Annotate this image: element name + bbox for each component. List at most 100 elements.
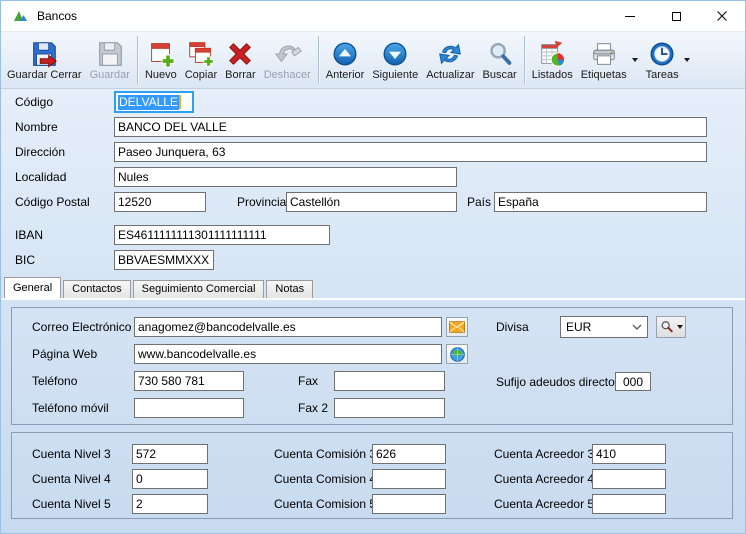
cuenta-nivel-5-input[interactable] [132,494,208,514]
sufijo-input[interactable] [615,372,651,391]
telefono-input[interactable] [134,371,244,391]
cuenta-comision-4-label: Cuenta Comision 4 [274,469,376,489]
pais-label: País [467,192,491,212]
labels-printer-icon [589,39,619,69]
toolbar: Guardar Cerrar Guardar Nuevo [1,31,745,89]
toolbar-separator [318,36,319,84]
pagina-web-input[interactable] [134,344,442,364]
previous-icon [330,39,360,69]
toolbar-separator [524,36,525,84]
cuenta-acreedor-3-input[interactable] [592,444,666,464]
codigo-postal-label: Código Postal [15,192,90,212]
etiquetas-dropdown-arrow-icon[interactable] [632,58,638,62]
save-icon [95,39,125,69]
iban-input[interactable] [114,225,330,245]
cuenta-comision-5-label: Cuenta Comision 5 [274,494,376,514]
guardar-button[interactable]: Guardar [86,33,134,87]
pais-input[interactable] [494,192,707,212]
deshacer-button[interactable]: Deshacer [260,33,315,87]
tab-general[interactable]: General [4,277,61,298]
copy-icon [186,39,216,69]
localidad-label: Localidad [15,167,66,187]
sufijo-label: Sufijo adeudos directos [496,372,621,392]
fax2-input[interactable] [334,398,445,418]
bic-input[interactable] [114,250,214,270]
copiar-button[interactable]: Copiar [181,33,221,87]
new-icon [146,39,176,69]
divisa-dropdown-arrow-icon [677,325,683,329]
cuenta-acreedor-4-input[interactable] [592,469,666,489]
minimize-button[interactable] [607,1,653,31]
cuenta-nivel-3-label: Cuenta Nivel 3 [32,444,111,464]
form-area: Código DELVALLE Nombre Dirección Localid… [1,89,745,533]
divisa-label: Divisa [496,317,529,337]
cuenta-comision-5-input[interactable] [372,494,446,514]
provincia-input[interactable] [286,192,457,212]
cuenta-acreedor-5-input[interactable] [592,494,666,514]
fax-label: Fax [298,371,318,391]
bancos-window: Bancos Guardar Cerrar [0,0,746,534]
guardar-cerrar-button[interactable]: Guardar Cerrar [3,33,86,87]
window-controls [607,1,745,31]
provincia-label: Provincia [237,192,286,212]
codigo-postal-input[interactable] [114,192,206,212]
close-icon [717,11,727,21]
maximize-icon [672,12,681,21]
localidad-input[interactable] [114,167,457,187]
telefono-movil-input[interactable] [134,398,244,418]
fax-input[interactable] [334,371,445,391]
search-icon [485,39,515,69]
anterior-button[interactable]: Anterior [322,33,369,87]
cuenta-nivel-4-input[interactable] [132,469,208,489]
close-button[interactable] [699,1,745,31]
tab-contactos[interactable]: Contactos [63,280,131,298]
correo-input[interactable] [134,317,442,337]
tasks-clock-icon [647,39,677,69]
delete-icon [225,39,255,69]
toolbar-separator [137,36,138,84]
bic-label: BIC [15,250,35,270]
iban-label: IBAN [15,225,43,245]
send-email-button[interactable] [446,317,468,337]
undo-icon [272,39,302,69]
open-website-button[interactable] [446,344,468,364]
cuenta-nivel-3-input[interactable] [132,444,208,464]
cuenta-acreedor-4-label: Cuenta Acreedor 4 [494,469,594,489]
actualizar-button[interactable]: Actualizar [422,33,478,87]
reports-icon [537,39,567,69]
pagina-web-label: Página Web [32,344,97,364]
divisa-combobox[interactable]: EUR [560,316,648,338]
nombre-input[interactable] [114,117,707,137]
maximize-button[interactable] [653,1,699,31]
chevron-down-icon [632,324,642,330]
window-title: Bancos [37,9,77,23]
cuenta-acreedor-5-label: Cuenta Acreedor 5 [494,494,594,514]
cuenta-nivel-4-label: Cuenta Nivel 4 [32,469,111,489]
tareas-dropdown-arrow-icon[interactable] [684,58,690,62]
direccion-label: Dirección [15,142,65,162]
codigo-input[interactable]: DELVALLE [114,91,194,113]
tareas-button[interactable]: Tareas [642,33,683,87]
telefono-movil-label: Teléfono móvil [32,398,109,418]
tab-seguimiento-comercial[interactable]: Seguimiento Comercial [133,280,265,298]
borrar-button[interactable]: Borrar [221,33,260,87]
cuenta-nivel-5-label: Cuenta Nivel 5 [32,494,111,514]
envelope-icon [449,321,465,333]
correo-label: Correo Electrónico [32,317,131,337]
tab-notas[interactable]: Notas [266,280,313,298]
siguiente-button[interactable]: Siguiente [368,33,422,87]
fax2-label: Fax 2 [298,398,328,418]
codigo-selected-text: DELVALLE [118,95,179,110]
divisa-search-button[interactable] [656,316,686,338]
listados-button[interactable]: Listados [528,33,577,87]
text-caret [179,95,181,109]
direccion-input[interactable] [114,142,707,162]
app-icon [12,8,28,24]
buscar-button[interactable]: Buscar [478,33,520,87]
cuenta-comision-4-input[interactable] [372,469,446,489]
etiquetas-button[interactable]: Etiquetas [577,33,631,87]
cuenta-comision-3-input[interactable] [372,444,446,464]
cuentas-groupbox: Cuenta Nivel 3 Cuenta Nivel 4 Cuenta Niv… [11,432,733,519]
nuevo-button[interactable]: Nuevo [141,33,181,87]
nombre-label: Nombre [15,117,58,137]
